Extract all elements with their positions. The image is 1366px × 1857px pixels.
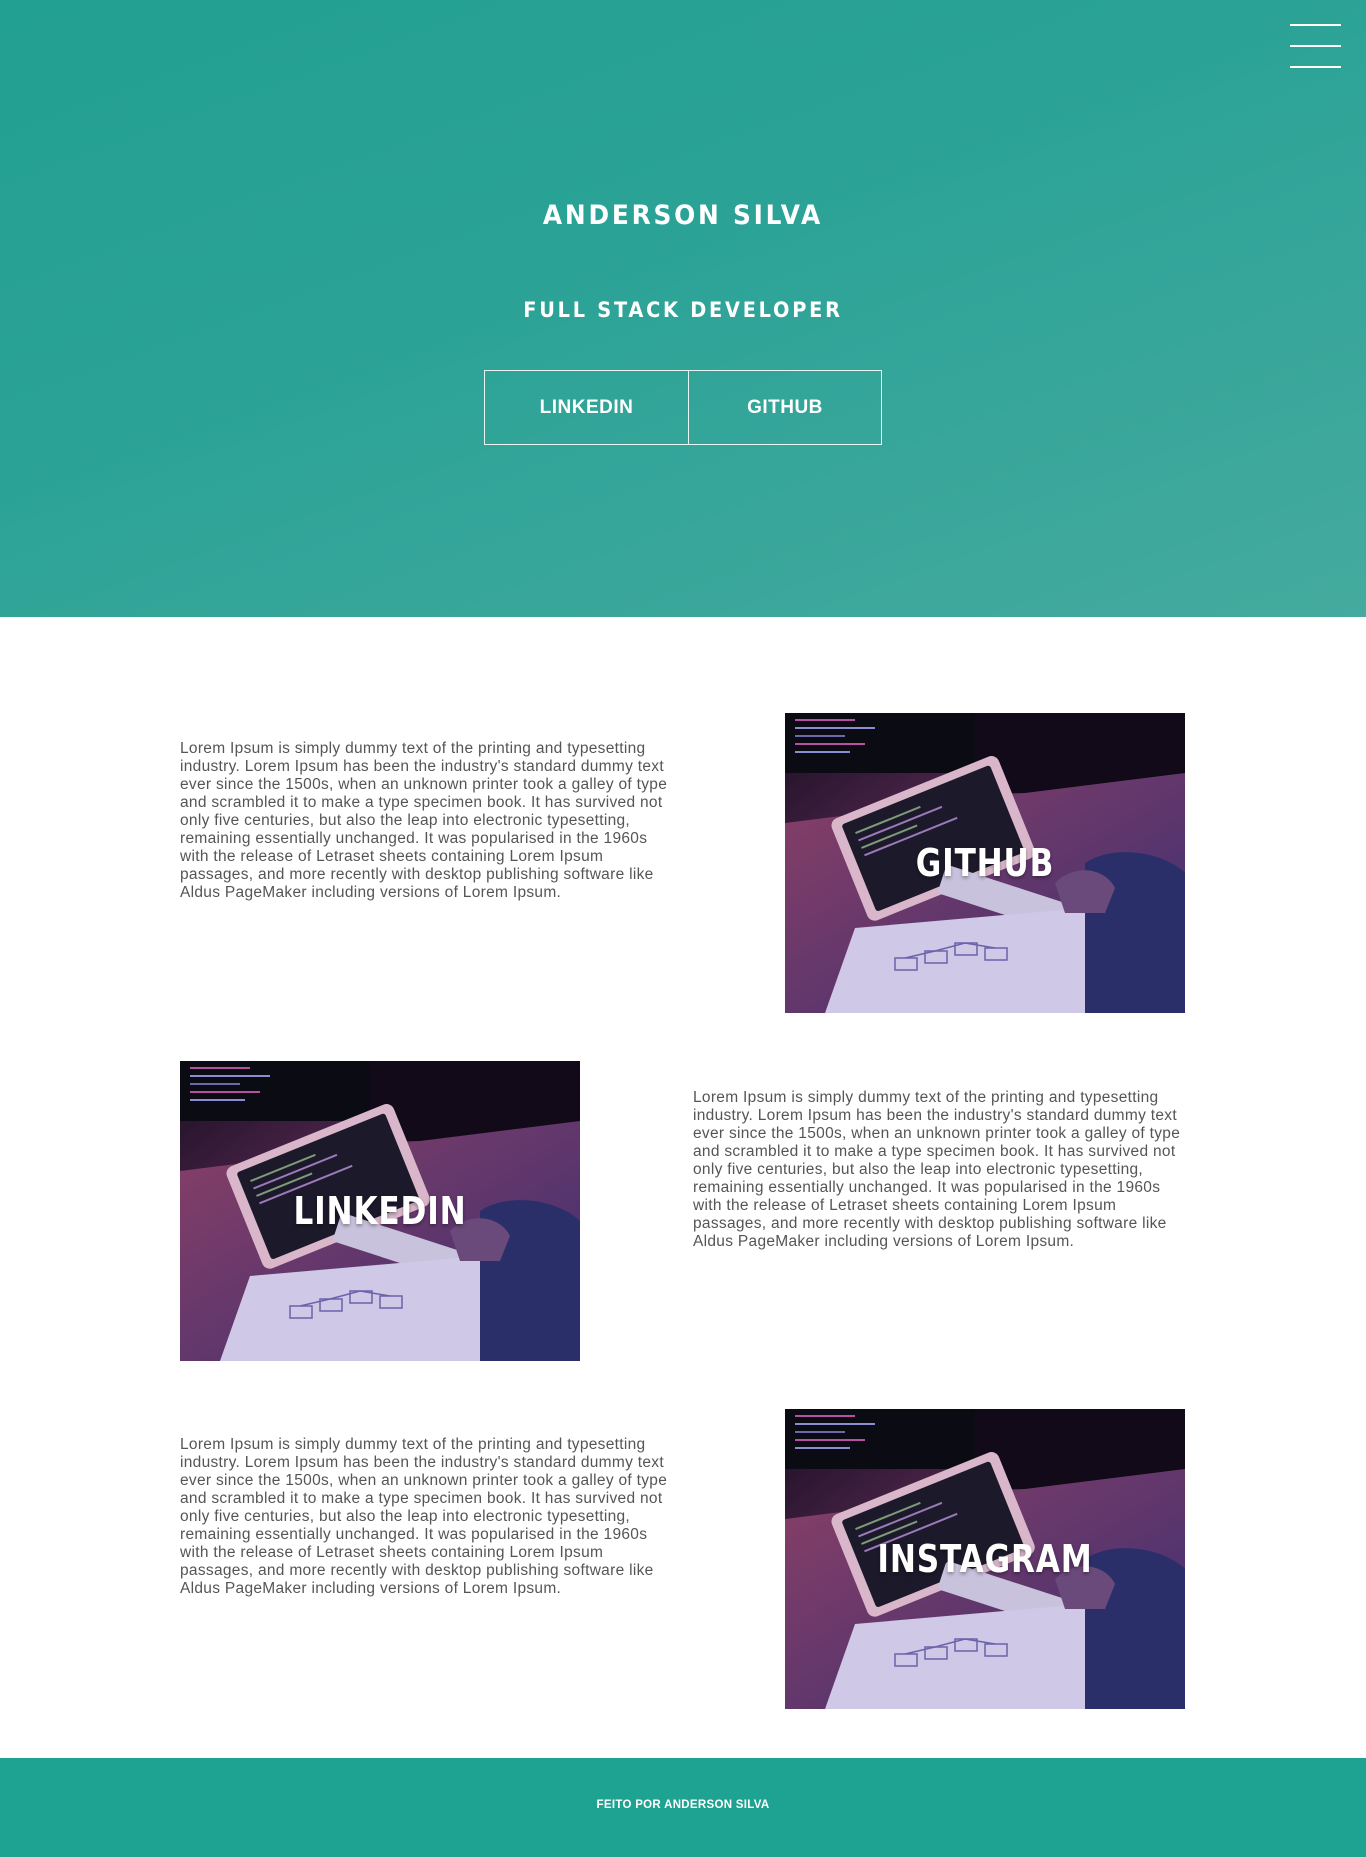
github-card-label: GITHUB <box>915 841 1055 885</box>
hamburger-menu-icon[interactable] <box>1290 24 1342 70</box>
section-2-text: Lorem Ipsum is simply dummy text of the … <box>693 1089 1181 1250</box>
footer-credit: FEITO POR ANDERSON SILVA <box>596 1799 770 1811</box>
section-3-text: Lorem Ipsum is simply dummy text of the … <box>180 1436 668 1597</box>
linkedin-button[interactable]: LINKEDIN <box>484 370 689 445</box>
linkedin-card[interactable]: LINKEDIN <box>180 1061 580 1361</box>
menu-bar-top <box>1290 24 1341 26</box>
hero-name: ANDERSON SILVA <box>542 200 824 231</box>
menu-bar-bottom <box>1290 66 1341 68</box>
github-button[interactable]: GITHUB <box>688 370 882 445</box>
footer: FEITO POR ANDERSON SILVA <box>0 1758 1366 1857</box>
menu-bar-middle <box>1290 45 1341 47</box>
instagram-card[interactable]: INSTAGRAM <box>785 1409 1185 1709</box>
hero-role: FULL STACK DEVELOPER <box>523 298 843 322</box>
section-1-text: Lorem Ipsum is simply dummy text of the … <box>180 740 668 901</box>
instagram-card-label: INSTAGRAM <box>877 1537 1093 1581</box>
hero-header: ANDERSON SILVA FULL STACK DEVELOPER LINK… <box>0 0 1366 617</box>
github-card[interactable]: GITHUB <box>785 713 1185 1013</box>
linkedin-card-label: LINKEDIN <box>293 1189 467 1233</box>
